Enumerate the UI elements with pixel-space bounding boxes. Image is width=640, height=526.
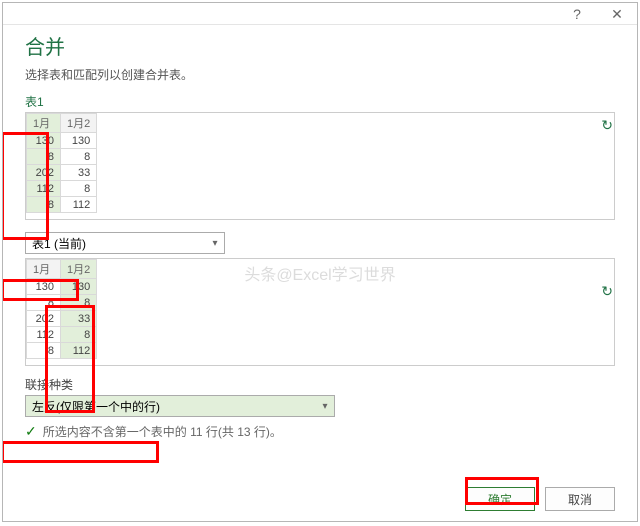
dialog-subtitle: 选择表和匹配列以创建合并表。 xyxy=(25,66,615,83)
table-cell: 8 xyxy=(27,149,61,165)
chevron-down-icon: ▾ xyxy=(206,238,224,249)
column-header[interactable]: 1月 xyxy=(27,114,61,133)
table-cell: 130 xyxy=(61,133,97,149)
table-cell: 8 xyxy=(61,149,97,165)
table-row: 1128 xyxy=(27,181,97,197)
table-cell: 33 xyxy=(61,311,97,327)
table-selector-input[interactable] xyxy=(26,234,206,252)
column-header[interactable]: 1月2 xyxy=(61,260,97,279)
table-cell: 8 xyxy=(61,327,97,343)
preview-table-2: 1月1月2130130882023311288112 xyxy=(25,258,615,366)
table-cell: 202 xyxy=(27,311,61,327)
annotation-rect xyxy=(3,441,159,463)
table-row: 88 xyxy=(27,295,97,311)
ok-button[interactable]: 确定 xyxy=(465,487,535,511)
column-header[interactable]: 1月2 xyxy=(61,114,97,133)
dialog-title: 合并 xyxy=(25,31,615,60)
column-header[interactable]: 1月 xyxy=(27,260,61,279)
table-cell: 8 xyxy=(61,295,97,311)
table-cell: 112 xyxy=(61,197,97,213)
merge-dialog: ? ✕ 合并 选择表和匹配列以创建合并表。 表1 ↻ 1月1月213013088… xyxy=(2,2,638,522)
table-cell: 130 xyxy=(27,279,61,295)
refresh-icon[interactable]: ↻ xyxy=(601,117,613,134)
status-text: 所选内容不含第一个表中的 11 行(共 13 行)。 xyxy=(43,423,282,440)
table-row: 8112 xyxy=(27,343,97,359)
chevron-down-icon: ▾ xyxy=(316,401,334,412)
check-icon: ✓ xyxy=(25,423,37,440)
button-bar: 确定 取消 xyxy=(465,487,615,511)
table-row: 1128 xyxy=(27,327,97,343)
table-cell: 130 xyxy=(61,279,97,295)
join-type-selector[interactable]: ▾ xyxy=(25,395,335,417)
table-row: 130130 xyxy=(27,133,97,149)
join-type-input[interactable] xyxy=(26,397,316,415)
table-row: 88 xyxy=(27,149,97,165)
table-selector[interactable]: ▾ xyxy=(25,232,225,254)
table-row: 20233 xyxy=(27,311,97,327)
section1-label: 表1 xyxy=(25,93,615,110)
table-cell: 33 xyxy=(61,165,97,181)
status-row: ✓ 所选内容不含第一个表中的 11 行(共 13 行)。 xyxy=(25,423,615,440)
table-cell: 8 xyxy=(61,181,97,197)
table-row: 130130 xyxy=(27,279,97,295)
table-cell: 112 xyxy=(27,181,61,197)
titlebar: ? ✕ xyxy=(3,3,637,25)
close-icon[interactable]: ✕ xyxy=(597,3,637,25)
help-icon[interactable]: ? xyxy=(557,3,597,25)
dialog-content: 合并 选择表和匹配列以创建合并表。 表1 ↻ 1月1月2130130882023… xyxy=(3,25,637,521)
cancel-button[interactable]: 取消 xyxy=(545,487,615,511)
table-cell: 130 xyxy=(27,133,61,149)
table-cell: 112 xyxy=(27,327,61,343)
refresh-icon[interactable]: ↻ xyxy=(601,283,613,300)
table-row: 20233 xyxy=(27,165,97,181)
table-cell: 8 xyxy=(27,295,61,311)
table-row: 8112 xyxy=(27,197,97,213)
preview-table-1: 1月1月2130130882023311288112 xyxy=(25,112,615,220)
table-cell: 202 xyxy=(27,165,61,181)
table-cell: 8 xyxy=(27,343,61,359)
table-cell: 112 xyxy=(61,343,97,359)
table-selector-row: ▾ xyxy=(25,232,615,254)
table-cell: 8 xyxy=(27,197,61,213)
join-type-label: 联接种类 xyxy=(25,376,615,393)
